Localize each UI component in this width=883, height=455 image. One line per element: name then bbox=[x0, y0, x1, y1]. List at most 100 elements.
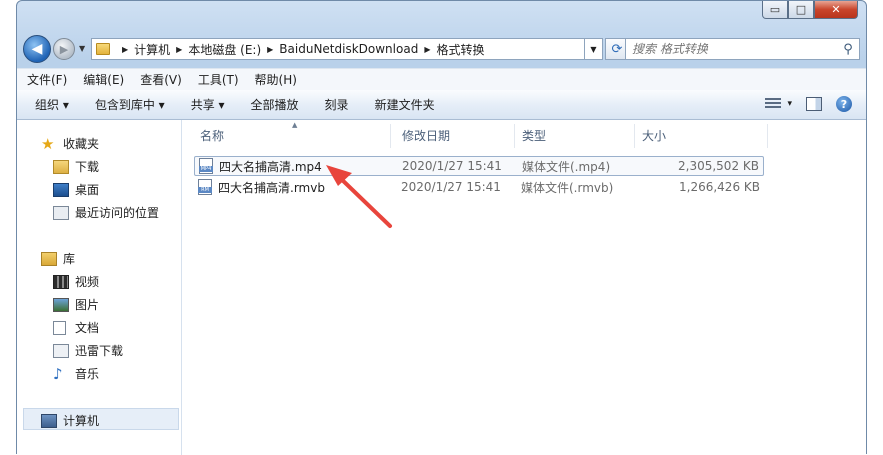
desktop-icon bbox=[53, 182, 69, 197]
file-list: ▲ 名称 修改日期 类型 大小 MP4 四大名捕高清.mp4 2020/1/27… bbox=[182, 120, 866, 455]
close-button[interactable]: ✕ bbox=[814, 1, 858, 19]
search-box[interactable]: ⚲ bbox=[625, 38, 860, 60]
nav-favorites-label: 收藏夹 bbox=[63, 137, 100, 151]
breadcrumb-arrow-icon[interactable]: ▶ bbox=[176, 45, 182, 54]
menu-edit[interactable]: 编辑(E) bbox=[83, 71, 124, 88]
nav-recent-places[interactable]: 最近访问的位置 bbox=[53, 204, 159, 221]
column-header-name[interactable]: 名称 bbox=[200, 120, 224, 150]
breadcrumb: ▶ 计算机 ▶ 本地磁盘 (E:) ▶ BaiduNetdiskDownload… bbox=[116, 41, 484, 58]
menu-view[interactable]: 查看(V) bbox=[140, 71, 182, 88]
file-type: 媒体文件(.mp4) bbox=[522, 159, 611, 174]
computer-icon bbox=[41, 413, 57, 428]
nav-downloads-label: 下载 bbox=[75, 160, 100, 174]
breadcrumb-arrow-icon[interactable]: ▶ bbox=[424, 45, 430, 54]
column-separator[interactable] bbox=[767, 124, 768, 148]
nav-pictures-label: 图片 bbox=[75, 298, 100, 312]
maximize-button[interactable]: □ bbox=[788, 1, 814, 19]
video-file-icon: MP4 bbox=[199, 158, 213, 174]
breadcrumb-computer[interactable]: 计算机 bbox=[134, 41, 170, 58]
nav-libraries[interactable]: 库 bbox=[41, 250, 75, 267]
libraries-icon bbox=[41, 251, 57, 266]
file-type: 媒体文件(.rmvb) bbox=[521, 180, 614, 195]
menu-help[interactable]: 帮助(H) bbox=[255, 71, 297, 88]
nav-music-label: 音乐 bbox=[75, 367, 100, 381]
burn-button[interactable]: 刻录 bbox=[325, 96, 349, 113]
recent-pages-dropdown[interactable]: ▼ bbox=[79, 44, 85, 53]
address-row: ◀ ▶ ▼ ▶ 计算机 ▶ 本地磁盘 (E:) ▶ BaiduNetdiskDo… bbox=[23, 35, 860, 63]
file-row-mp4[interactable]: MP4 四大名捕高清.mp4 2020/1/27 15:41 媒体文件(.mp4… bbox=[194, 156, 764, 176]
refresh-icon: ⟳ bbox=[611, 41, 623, 57]
breadcrumb-current-folder[interactable]: 格式转换 bbox=[436, 41, 484, 58]
organize-button[interactable]: 组织 ▾ bbox=[35, 96, 69, 113]
command-bar: 组织 ▾ 包含到库中 ▾ 共享 ▾ 全部播放 刻录 新建文件夹 ▾ ? bbox=[17, 90, 866, 120]
nav-pictures[interactable]: 图片 bbox=[53, 296, 99, 313]
nav-desktop-label: 桌面 bbox=[75, 183, 100, 197]
navigation-pane: ★ 收藏夹 下载 桌面 最近访问的位置 库 视频 图片 文档 迅雷下载 ♪ 音乐… bbox=[17, 120, 182, 455]
documents-icon bbox=[53, 320, 66, 335]
column-header-type[interactable]: 类型 bbox=[522, 120, 546, 150]
file-size: 1,266,426 KB bbox=[679, 180, 760, 194]
file-name: 四大名捕高清.rmvb bbox=[218, 180, 325, 195]
search-icon[interactable]: ⚲ bbox=[837, 42, 859, 57]
nav-music[interactable]: ♪ 音乐 bbox=[53, 365, 99, 382]
recent-places-icon bbox=[53, 205, 69, 220]
nav-desktop[interactable]: 桌面 bbox=[53, 181, 99, 198]
menu-tools[interactable]: 工具(T) bbox=[198, 71, 239, 88]
address-dropdown-button[interactable]: ▼ bbox=[585, 38, 603, 60]
menu-bar: 文件(F) 编辑(E) 查看(V) 工具(T) 帮助(H) bbox=[17, 68, 866, 90]
column-separator[interactable] bbox=[514, 124, 515, 148]
include-in-library-button[interactable]: 包含到库中 ▾ bbox=[95, 96, 165, 113]
preview-pane-icon[interactable] bbox=[806, 97, 822, 111]
caption-buttons: ▭ □ ✕ bbox=[762, 1, 858, 19]
pictures-icon bbox=[53, 297, 69, 312]
breadcrumb-drive-e[interactable]: 本地磁盘 (E:) bbox=[188, 41, 261, 58]
thunder-folder-icon bbox=[53, 343, 69, 358]
nav-thunder-label: 迅雷下载 bbox=[75, 344, 124, 358]
back-button[interactable]: ◀ bbox=[23, 35, 51, 63]
nav-computer[interactable]: 计算机 bbox=[41, 412, 99, 429]
help-icon[interactable]: ? bbox=[836, 96, 852, 112]
column-header-modified[interactable]: 修改日期 bbox=[402, 120, 450, 150]
address-bar[interactable]: ▶ 计算机 ▶ 本地磁盘 (E:) ▶ BaiduNetdiskDownload… bbox=[91, 38, 585, 60]
content-area: ★ 收藏夹 下载 桌面 最近访问的位置 库 视频 图片 文档 迅雷下载 ♪ 音乐… bbox=[17, 120, 866, 455]
minimize-button[interactable]: ▭ bbox=[762, 1, 788, 19]
sort-ascending-icon: ▲ bbox=[292, 121, 298, 129]
file-modified: 2020/1/27 15:41 bbox=[401, 180, 501, 194]
explorer-window: ▭ □ ✕ ◀ ▶ ▼ ▶ 计算机 ▶ 本地磁盘 (E:) ▶ BaiduNet… bbox=[16, 0, 867, 455]
new-folder-button[interactable]: 新建文件夹 bbox=[375, 96, 435, 113]
nav-videos[interactable]: 视频 bbox=[53, 273, 99, 290]
breadcrumb-arrow-icon[interactable]: ▶ bbox=[122, 45, 128, 54]
column-separator[interactable] bbox=[634, 124, 635, 148]
column-separator[interactable] bbox=[390, 124, 391, 148]
nav-videos-label: 视频 bbox=[75, 275, 100, 289]
file-modified: 2020/1/27 15:41 bbox=[402, 159, 502, 173]
search-input[interactable] bbox=[626, 41, 837, 57]
nav-recent-label: 最近访问的位置 bbox=[75, 206, 160, 220]
toolbar-right: ▾ ? bbox=[765, 96, 852, 112]
music-note-icon: ♪ bbox=[53, 364, 63, 383]
breadcrumb-arrow-icon[interactable]: ▶ bbox=[267, 45, 273, 54]
file-size: 2,305,502 KB bbox=[678, 159, 759, 173]
share-button[interactable]: 共享 ▾ bbox=[191, 96, 225, 113]
nav-favorites[interactable]: ★ 收藏夹 bbox=[41, 135, 99, 152]
file-type-tag: MP4 bbox=[199, 166, 213, 172]
forward-button[interactable]: ▶ bbox=[53, 38, 75, 60]
breadcrumb-baidunetdiskdownload[interactable]: BaiduNetdiskDownload bbox=[279, 42, 418, 56]
video-film-icon bbox=[53, 274, 69, 289]
star-icon: ★ bbox=[41, 134, 55, 153]
play-all-button[interactable]: 全部播放 bbox=[251, 96, 299, 113]
nav-downloads[interactable]: 下载 bbox=[53, 158, 99, 175]
file-row-rmvb[interactable]: RM 四大名捕高清.rmvb 2020/1/27 15:41 媒体文件(.rmv… bbox=[194, 177, 764, 197]
file-name: 四大名捕高清.mp4 bbox=[219, 159, 322, 174]
nav-thunder-downloads[interactable]: 迅雷下载 bbox=[53, 342, 123, 359]
folder-icon bbox=[96, 43, 110, 55]
downloads-folder-icon bbox=[53, 159, 69, 174]
nav-documents-label: 文档 bbox=[75, 321, 100, 335]
menu-file[interactable]: 文件(F) bbox=[27, 71, 67, 88]
nav-computer-label: 计算机 bbox=[63, 414, 100, 428]
nav-documents[interactable]: 文档 bbox=[53, 319, 99, 336]
video-file-icon: RM bbox=[198, 179, 212, 195]
change-view-icon[interactable] bbox=[765, 98, 782, 110]
view-dropdown-button[interactable]: ▾ bbox=[787, 99, 792, 109]
column-header-size[interactable]: 大小 bbox=[642, 120, 666, 150]
